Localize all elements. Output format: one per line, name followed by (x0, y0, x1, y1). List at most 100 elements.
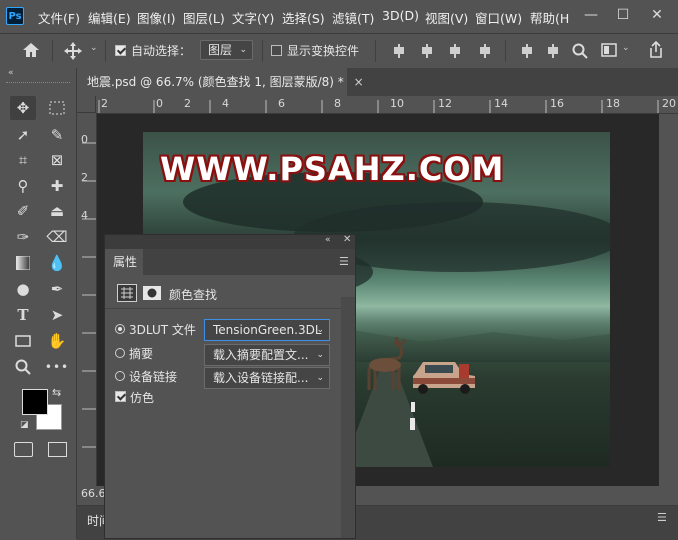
rectangle-tool-icon[interactable] (10, 329, 36, 353)
ruler-h-label: 8 (334, 97, 341, 110)
crop-tool-icon[interactable]: ⌗ (10, 148, 36, 172)
deer-figure (367, 336, 407, 390)
ruler-h-label: 16 (550, 97, 564, 110)
show-transform-checkbox[interactable] (271, 45, 282, 56)
menu-file[interactable]: 文件(F) (38, 8, 80, 27)
auto-select-checkbox[interactable] (115, 45, 126, 56)
blur-tool-icon[interactable]: 💧 (44, 251, 70, 275)
maximize-button[interactable]: ☐ (610, 4, 636, 26)
menu-layer[interactable]: 图层(L) (183, 8, 225, 27)
vertical-ruler[interactable]: 0 2 4 (77, 113, 97, 486)
properties-scrollbar[interactable] (341, 297, 355, 538)
panel-menu-icon[interactable]: ☰ (657, 511, 667, 524)
menu-help[interactable]: 帮助(H (530, 8, 569, 27)
menu-edit[interactable]: 编辑(E) (88, 8, 131, 27)
menu-3d[interactable]: 3D(D) (382, 8, 419, 23)
ruler-h-label: 4 (222, 97, 229, 110)
move-tool-icon[interactable]: ✥ (10, 96, 36, 120)
ruler-h-label: 2 (101, 97, 108, 110)
close-panel-icon[interactable]: ✕ (343, 234, 351, 245)
type-tool-icon[interactable]: T (10, 303, 36, 327)
move-tool-icon[interactable] (64, 42, 82, 60)
menu-type[interactable]: 文字(Y) (232, 8, 274, 27)
collapse-tools-icon[interactable]: « (8, 68, 14, 78)
healing-brush-tool-icon[interactable]: ✚ (44, 174, 70, 198)
frame-tool-icon[interactable]: ⊠ (44, 148, 70, 172)
menu-filter[interactable]: 滤镜(T) (332, 8, 374, 27)
eraser-tool-icon[interactable]: ⌫ (44, 225, 70, 249)
share-icon[interactable] (648, 41, 664, 59)
menu-view[interactable]: 视图(V) (425, 8, 468, 27)
device-link-value: 载入设备链接配... (213, 371, 309, 385)
align-top-icon[interactable] (520, 44, 534, 58)
properties-panel: « ✕ 属性 ☰ 颜色查找 3DLUT 文件 TensionGreen.3DL ⌄… (104, 234, 356, 539)
align-center-icon[interactable] (420, 44, 434, 58)
close-window-button[interactable]: ✕ (644, 4, 670, 26)
chevron-down-icon: ⌄ (316, 373, 324, 383)
foreground-color-swatch[interactable] (22, 389, 48, 415)
chevron-down-icon: ⌄ (316, 350, 324, 360)
more-tools-icon[interactable]: ••• (44, 355, 70, 379)
adjustment-title: 颜色查找 (169, 288, 218, 302)
home-icon[interactable] (22, 42, 40, 58)
3dlut-file-dropdown[interactable]: TensionGreen.3DL ⌄ (204, 319, 330, 341)
distribute-icon[interactable] (478, 44, 492, 58)
tool-preset-chevron-down-icon[interactable]: ⌄ (90, 43, 98, 53)
label-3dlut-file: 3DLUT 文件 (129, 323, 196, 337)
menu-window[interactable]: 窗口(W) (475, 8, 522, 27)
lasso-tool-icon[interactable]: ➚ (10, 123, 36, 147)
hand-tool-icon[interactable]: ✋ (44, 329, 70, 353)
gradient-tool-icon[interactable] (10, 251, 36, 275)
watermark-text: WWW.PSAHZ.COM (160, 150, 505, 188)
align-right-icon[interactable] (448, 44, 462, 58)
document-tab[interactable]: 地震.psd @ 66.7% (颜色查找 1, 图层蒙版/8) * × (77, 68, 364, 96)
collapse-panel-icon[interactable]: « (325, 235, 331, 245)
abstract-dropdown[interactable]: 载入摘要配置文... ⌄ (204, 344, 330, 366)
3dlut-file-value: TensionGreen.3DL (213, 323, 322, 337)
auto-select-target-dropdown[interactable]: 图层 ⌄ (200, 40, 253, 60)
abstract-value: 载入摘要配置文... (213, 348, 309, 362)
menu-select[interactable]: 选择(S) (282, 8, 325, 27)
document-tab-title: 地震.psd @ 66.7% (颜色查找 1, 图层蒙版/8) * (87, 75, 344, 89)
tab-properties[interactable]: 属性 (105, 249, 143, 275)
dodge-tool-icon[interactable]: ● (10, 277, 36, 301)
path-selection-tool-icon[interactable]: ➤ (44, 303, 70, 327)
search-icon[interactable] (572, 43, 588, 59)
screen-mode-icon[interactable] (48, 442, 67, 457)
swap-colors-icon[interactable]: ⇆ (52, 386, 61, 399)
magic-wand-tool-icon[interactable]: ✎ (44, 123, 70, 147)
menu-image[interactable]: 图像(I) (137, 8, 175, 27)
dither-checkbox[interactable] (115, 391, 126, 402)
vertical-scrollbar[interactable] (659, 114, 678, 486)
device-link-dropdown[interactable]: 载入设备链接配... ⌄ (204, 367, 330, 389)
marquee-tool-icon[interactable] (44, 96, 70, 120)
pen-tool-icon[interactable]: ✒ (44, 277, 70, 301)
zoom-tool-icon[interactable] (10, 355, 36, 379)
ruler-origin[interactable] (77, 96, 96, 113)
radio-3dlut-file[interactable] (115, 324, 125, 334)
eyedropper-tool-icon[interactable]: ⚲ (10, 174, 36, 198)
horizontal-ruler[interactable]: 2 0 2 4 6 8 10 12 14 16 18 20 (96, 96, 678, 114)
workspace-chevron-down-icon[interactable]: ⌄ (622, 43, 630, 53)
layer-mask-icon[interactable] (143, 286, 161, 300)
brush-tool-icon[interactable]: ✐ (10, 199, 36, 223)
ruler-h-label: 12 (438, 97, 452, 110)
align-middle-icon[interactable] (546, 44, 560, 58)
close-tab-icon[interactable]: × (354, 75, 364, 89)
history-brush-tool-icon[interactable]: ✑ (10, 225, 36, 249)
minimize-button[interactable]: — (578, 4, 604, 26)
workspace-icon[interactable] (601, 43, 617, 57)
panel-menu-icon[interactable]: ☰ (339, 255, 349, 268)
auto-select-target-value: 图层 (208, 43, 233, 57)
properties-panel-header[interactable]: « ✕ (105, 234, 355, 249)
ruler-h-label: 18 (606, 97, 620, 110)
options-bar: ⌄ 自动选择： 图层 ⌄ 显示变换控件 ⌄ (0, 33, 678, 69)
adjustment-layer-icon[interactable] (117, 284, 137, 302)
clone-stamp-tool-icon[interactable]: ⏏ (44, 199, 70, 223)
default-colors-icon[interactable]: ◪ (20, 420, 29, 430)
align-left-icon[interactable] (392, 44, 406, 58)
radio-device-link[interactable] (115, 371, 125, 381)
chevron-down-icon: ⌄ (316, 325, 324, 335)
quick-mask-icon[interactable] (14, 442, 33, 457)
radio-abstract[interactable] (115, 348, 125, 358)
